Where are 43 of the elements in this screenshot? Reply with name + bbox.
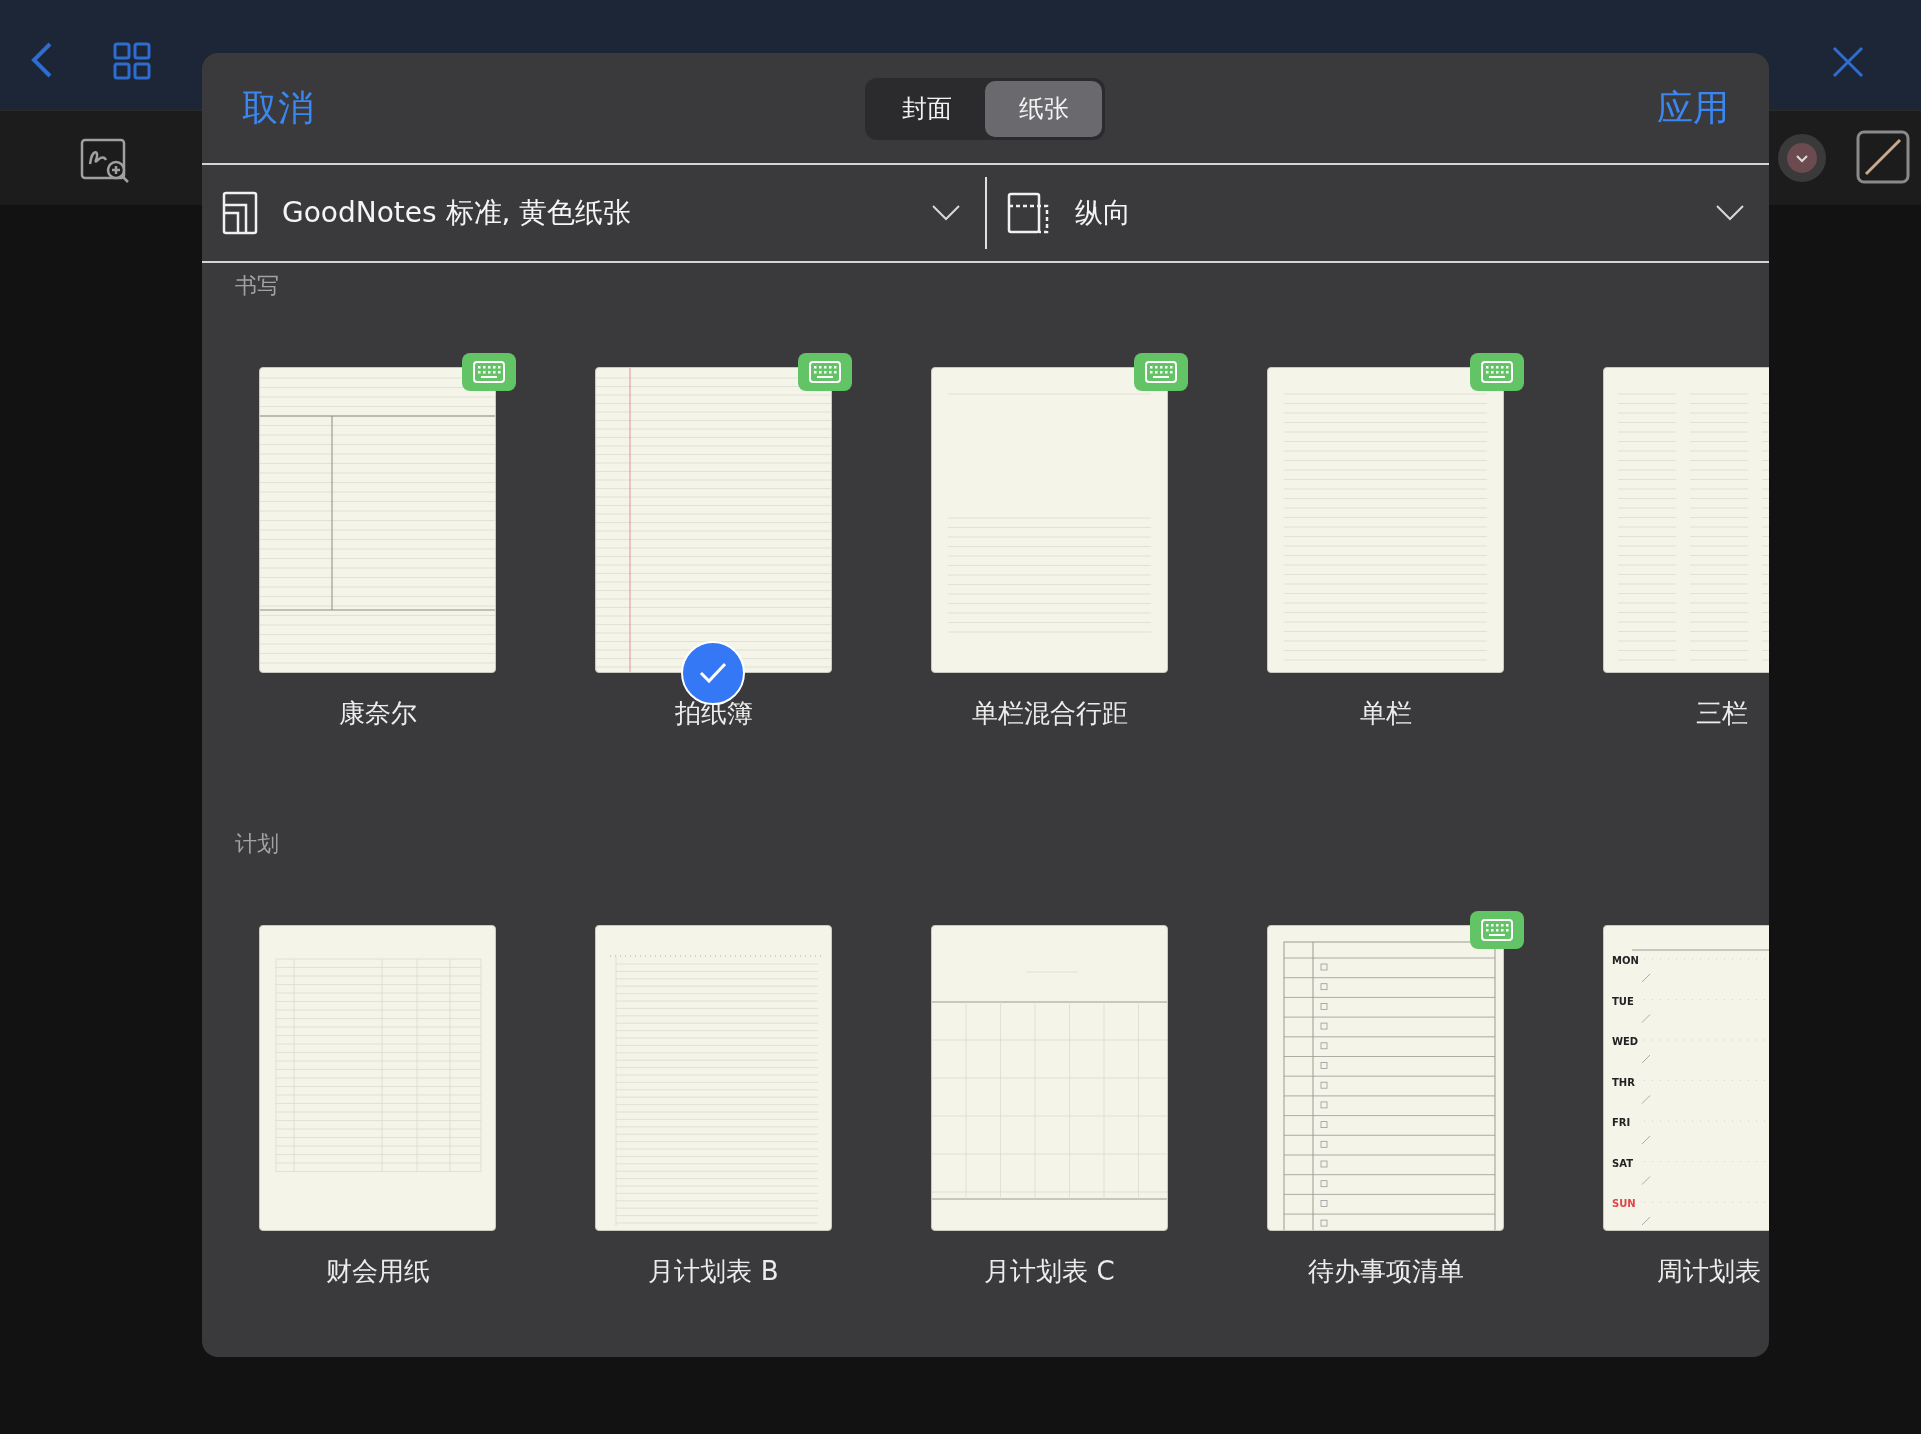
- template-name: 康奈尔: [338, 697, 417, 730]
- weekday-label: THR: [1612, 1076, 1635, 1088]
- template-icon: [222, 191, 258, 235]
- eraser-icon[interactable]: [1856, 130, 1910, 184]
- paper-thumbnail[interactable]: MON TUE WED THR FRI SAT SUN: [1603, 925, 1769, 1231]
- weekday-label: WED: [1612, 1036, 1639, 1047]
- weekday-label: MON: [1612, 955, 1639, 966]
- close-icon[interactable]: [1830, 44, 1866, 80]
- template-name: 待办事项清单: [1307, 1255, 1464, 1288]
- paper-thumbnail[interactable]: [259, 925, 496, 1231]
- paper-thumbnail[interactable]: [595, 925, 832, 1231]
- template-name: 周计划表: [1657, 1255, 1761, 1288]
- chevron-down-icon: [930, 204, 961, 222]
- template-name: 单栏混合行距: [971, 697, 1128, 730]
- template-name: 月计划表 B: [648, 1255, 779, 1288]
- paper-thumbnail[interactable]: [1267, 925, 1504, 1231]
- color-swatch-icon[interactable]: [1776, 132, 1828, 184]
- weekday-label: TUE: [1612, 995, 1634, 1007]
- paper-thumbnail[interactable]: [931, 367, 1168, 673]
- paper-thumbnail[interactable]: [931, 925, 1168, 1231]
- weekday-label: FRI: [1612, 1117, 1631, 1128]
- portrait-icon: [1006, 192, 1051, 234]
- back-icon[interactable]: [30, 42, 54, 78]
- section-title: 书写: [235, 273, 279, 298]
- section-title: 计划: [235, 831, 279, 856]
- grid-icon[interactable]: [113, 42, 151, 80]
- paper-thumbnail[interactable]: [595, 367, 832, 673]
- dropdown-value: GoodNotes 标准, 黄色纸张: [282, 195, 633, 231]
- segment-tab[interactable]: 封面: [868, 81, 985, 137]
- template-name: 财会用纸: [325, 1255, 430, 1288]
- paper-thumbnail[interactable]: [1267, 367, 1504, 673]
- template-name: 单栏: [1359, 697, 1412, 730]
- template-name: 月计划表 C: [984, 1255, 1115, 1288]
- dropdown-value: 纵向: [1074, 195, 1132, 231]
- segment-tab[interactable]: 纸张: [985, 81, 1102, 137]
- template-name: 三栏: [1695, 697, 1748, 730]
- weekday-label: SAT: [1612, 1157, 1633, 1169]
- dropdown[interactable]: GoodNotes 标准, 黄色纸张: [202, 191, 985, 235]
- dropdown[interactable]: 纵向: [984, 177, 1769, 249]
- paper-thumbnail[interactable]: [259, 367, 496, 673]
- paper-thumbnail[interactable]: [1603, 367, 1769, 673]
- chevron-down-icon: [1715, 204, 1745, 222]
- weekday-label: SUN: [1612, 1198, 1636, 1209]
